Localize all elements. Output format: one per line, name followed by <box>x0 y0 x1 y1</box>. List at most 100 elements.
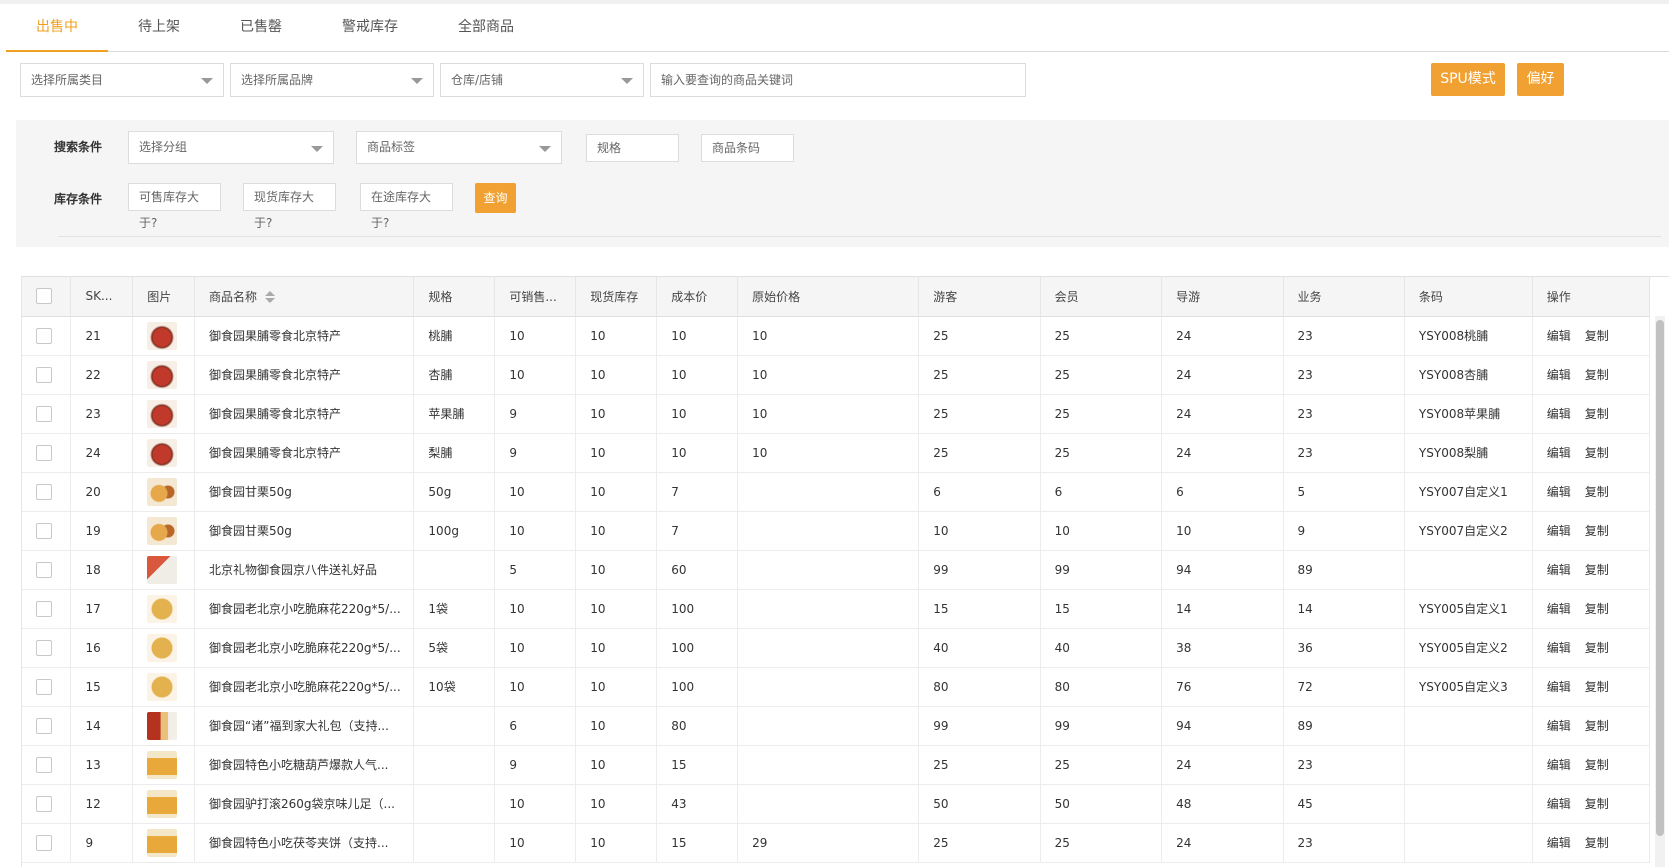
table-row[interactable]: 12 御食园驴打滚260g袋京味儿足（... 10 10 43 50 50 48 45 编辑 复制 <box>22 784 1651 824</box>
product-thumbnail[interactable] <box>147 321 178 350</box>
copy-link[interactable]: 复制 <box>1585 678 1609 695</box>
product-thumbnail[interactable] <box>147 477 178 506</box>
brand-select[interactable]: 选择所属品牌 <box>230 63 434 97</box>
product-thumbnail[interactable] <box>147 555 178 584</box>
row-checkbox[interactable] <box>36 483 52 500</box>
product-thumbnail[interactable] <box>147 789 178 818</box>
table-row[interactable]: 15 御食园老北京小吃脆麻花220g*5/... 10袋 10 10 100 80 80 76 7… <box>22 667 1651 707</box>
row-select-cell[interactable] <box>22 745 72 785</box>
sort-icon[interactable] <box>265 290 276 304</box>
row-checkbox[interactable] <box>36 600 52 617</box>
edit-link[interactable]: 编辑 <box>1547 678 1571 695</box>
product-thumbnail[interactable] <box>147 711 178 740</box>
product-thumbnail[interactable] <box>147 360 178 389</box>
copy-link[interactable]: 复制 <box>1585 366 1609 383</box>
row-checkbox[interactable] <box>36 639 52 656</box>
edit-link[interactable]: 编辑 <box>1547 405 1571 422</box>
row-select-cell[interactable] <box>22 823 72 863</box>
copy-link[interactable]: 复制 <box>1585 444 1609 461</box>
barcode-input[interactable]: 商品条码 <box>701 134 794 162</box>
tag-select[interactable]: 商品标签 <box>356 131 562 164</box>
sellable-stock-input[interactable]: 可售库存大于? <box>128 183 221 230</box>
copy-link[interactable]: 复制 <box>1585 795 1609 812</box>
row-checkbox[interactable] <box>36 405 52 422</box>
table-row[interactable]: 13 御食园特色小吃糖葫芦爆款人气... 9 10 15 25 25 24 23 编辑 复制 <box>22 745 1651 785</box>
spu-mode-button[interactable]: SPU模式 <box>1431 63 1505 96</box>
header-sku[interactable]: SK... <box>70 277 134 317</box>
row-select-cell[interactable] <box>22 784 72 824</box>
row-select-cell[interactable] <box>22 550 72 590</box>
edit-link[interactable]: 编辑 <box>1547 717 1571 734</box>
table-row[interactable]: 17 御食园老北京小吃脆麻花220g*5/... 1袋 10 10 100 15 15 14 14… <box>22 589 1651 629</box>
row-select-cell[interactable] <box>22 394 72 434</box>
table-row[interactable]: 19 御食园甘栗50g 100g 10 10 7 10 10 10 9 YSY007自定义2 编辑 复制 <box>22 511 1651 551</box>
tab-sold-out[interactable]: 已售罄 <box>210 4 312 52</box>
tab-alert-stock[interactable]: 警戒库存 <box>312 4 428 52</box>
row-select-cell[interactable] <box>22 589 72 629</box>
edit-link[interactable]: 编辑 <box>1547 366 1571 383</box>
query-button[interactable]: 查询 <box>475 183 516 213</box>
row-select-cell[interactable] <box>22 706 72 746</box>
row-checkbox[interactable] <box>36 717 52 734</box>
edit-link[interactable]: 编辑 <box>1547 834 1571 851</box>
product-thumbnail[interactable] <box>147 399 178 428</box>
copy-link[interactable]: 复制 <box>1585 717 1609 734</box>
row-checkbox[interactable] <box>36 678 52 695</box>
copy-link[interactable]: 复制 <box>1585 756 1609 773</box>
copy-link[interactable]: 复制 <box>1585 600 1609 617</box>
edit-link[interactable]: 编辑 <box>1547 639 1571 656</box>
warehouse-select[interactable]: 仓库/店铺 <box>440 63 644 97</box>
product-thumbnail[interactable] <box>147 672 178 701</box>
edit-link[interactable]: 编辑 <box>1547 327 1571 344</box>
row-select-cell[interactable] <box>22 628 72 668</box>
copy-link[interactable]: 复制 <box>1585 522 1609 539</box>
row-select-cell[interactable] <box>22 433 72 473</box>
row-select-cell[interactable] <box>22 355 72 395</box>
edit-link[interactable]: 编辑 <box>1547 483 1571 500</box>
edit-link[interactable]: 编辑 <box>1547 795 1571 812</box>
category-select[interactable]: 选择所属类目 <box>20 63 224 97</box>
row-select-cell[interactable] <box>22 511 72 551</box>
row-checkbox[interactable] <box>36 756 52 773</box>
table-row[interactable]: 18 北京礼物御食园京八件送礼好品 5 10 60 99 99 94 89 编辑 复制 <box>22 550 1651 590</box>
table-row[interactable]: 22 御食园果脯零食北京特产 杏脯 10 10 10 10 25 25 24 23 YSY008杏脯编… <box>22 355 1651 395</box>
group-select[interactable]: 选择分组 <box>128 131 334 164</box>
tab-pending[interactable]: 待上架 <box>108 4 210 52</box>
product-thumbnail[interactable] <box>147 438 178 467</box>
row-checkbox[interactable] <box>36 795 52 812</box>
select-all-cell[interactable] <box>22 277 72 317</box>
spec-input[interactable]: 规格 <box>586 134 679 162</box>
onhand-stock-input[interactable]: 现货库存大于? <box>243 183 336 230</box>
copy-link[interactable]: 复制 <box>1585 405 1609 422</box>
edit-link[interactable]: 编辑 <box>1547 756 1571 773</box>
product-thumbnail[interactable] <box>147 594 178 623</box>
edit-link[interactable]: 编辑 <box>1547 522 1571 539</box>
copy-link[interactable]: 复制 <box>1585 327 1609 344</box>
copy-link[interactable]: 复制 <box>1585 561 1609 578</box>
preference-button[interactable]: 偏好 <box>1517 63 1564 96</box>
product-thumbnail[interactable] <box>147 633 178 662</box>
row-checkbox[interactable] <box>36 327 52 344</box>
header-name[interactable]: 商品名称 <box>194 277 415 317</box>
row-checkbox[interactable] <box>36 444 52 461</box>
product-thumbnail[interactable] <box>147 516 178 545</box>
row-checkbox[interactable] <box>36 834 52 851</box>
row-checkbox[interactable] <box>36 366 52 383</box>
row-select-cell[interactable] <box>22 667 72 707</box>
table-row[interactable]: 21 御食园果脯零食北京特产 桃脯 10 10 10 10 25 25 24 23 YSY008桃脯编… <box>22 316 1651 356</box>
tab-on-sale[interactable]: 出售中 <box>6 4 108 52</box>
copy-link[interactable]: 复制 <box>1585 639 1609 656</box>
row-checkbox[interactable] <box>36 522 52 539</box>
edit-link[interactable]: 编辑 <box>1547 600 1571 617</box>
copy-link[interactable]: 复制 <box>1585 483 1609 500</box>
edit-link[interactable]: 编辑 <box>1547 444 1571 461</box>
table-row[interactable]: 20 御食园甘栗50g 50g 10 10 7 6 6 6 5 YSY007自定义1 编辑 复制 <box>22 472 1651 512</box>
scrollbar-thumb[interactable] <box>1656 320 1664 836</box>
product-thumbnail[interactable] <box>147 750 178 779</box>
select-all-checkbox[interactable] <box>36 288 52 305</box>
table-row[interactable]: 24 御食园果脯零食北京特产 梨脯 9 10 10 10 25 25 24 23 YSY008梨脯 编辑… <box>22 433 1651 473</box>
tab-all-products[interactable]: 全部商品 <box>428 4 544 52</box>
table-row[interactable]: 23 御食园果脯零食北京特产 苹果脯 9 10 10 10 25 25 24 23 YSY008苹果脯… <box>22 394 1651 434</box>
row-select-cell[interactable] <box>22 316 72 356</box>
keyword-input[interactable]: 输入要查询的商品关键词 <box>650 63 1026 97</box>
